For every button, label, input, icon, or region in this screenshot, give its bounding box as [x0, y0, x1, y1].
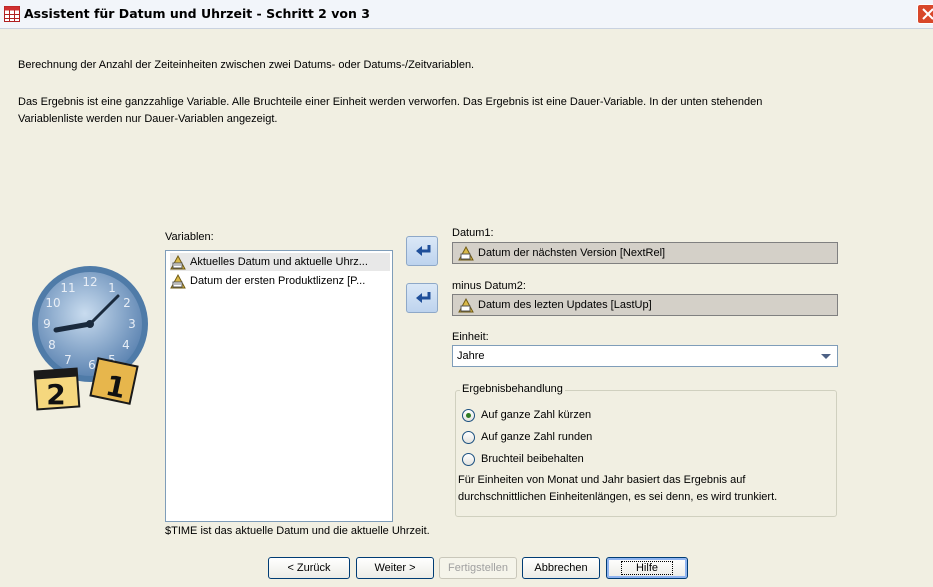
clock-number: 2	[123, 296, 131, 310]
clock-number: 12	[82, 275, 97, 289]
date2-field[interactable]: Datum des lezten Updates [LastUp]	[452, 294, 838, 316]
clock-number: 10	[45, 296, 60, 310]
radio-keep-fraction-label[interactable]: Bruchteil beibehalten	[481, 453, 584, 465]
date-variable-icon	[458, 245, 474, 261]
date-variable-icon	[170, 273, 186, 289]
radio-round[interactable]	[462, 431, 475, 444]
clock-number: 4	[122, 338, 130, 352]
date1-label: Datum1:	[452, 227, 494, 239]
radio-round-label[interactable]: Auf ganze Zahl runden	[481, 431, 592, 443]
table-grid-icon	[4, 6, 20, 22]
help-button-label: Hilfe	[620, 561, 674, 575]
calendar-page-2: 2	[33, 367, 81, 411]
list-item[interactable]: Aktuelles Datum und aktuelle Uhrz...	[170, 253, 390, 271]
radio-truncate[interactable]	[462, 409, 475, 422]
back-button[interactable]: < Zurück	[268, 557, 350, 579]
date2-value: Datum des lezten Updates [LastUp]	[478, 299, 652, 311]
title-bar: Assistent für Datum und Uhrzeit - Schrit…	[0, 0, 933, 29]
help-button[interactable]: Hilfe	[606, 557, 688, 579]
clock-calendar-illustration: 12 1 2 3 4 5 6 7 8 9 10 11 2 1	[32, 266, 148, 411]
close-icon	[922, 8, 933, 20]
clock-number: 9	[43, 317, 51, 331]
arrow-left-icon	[416, 292, 431, 303]
result-note-line-2: durchschnittlichen Einheitenlängen, es s…	[458, 491, 778, 503]
radio-truncate-label[interactable]: Auf ganze Zahl kürzen	[481, 409, 591, 421]
close-button[interactable]	[917, 4, 933, 24]
next-button[interactable]: Weiter >	[356, 557, 434, 579]
clock-number: 1	[108, 281, 116, 295]
clock-number: 6	[88, 358, 96, 372]
result-note-line-1: Für Einheiten von Monat und Jahr basiert…	[458, 474, 746, 486]
result-handling-title: Ergebnisbehandlung	[460, 383, 565, 395]
date1-value: Datum der nächsten Version [NextRel]	[478, 247, 666, 259]
clock-number: 3	[128, 317, 136, 331]
unit-label: Einheit:	[452, 331, 489, 343]
clock-number: 11	[60, 281, 75, 295]
description-line-1: Berechnung der Anzahl der Zeiteinheiten …	[18, 59, 475, 71]
calendar-page-1: 1	[89, 357, 139, 405]
list-item-label: Datum der ersten Produktlizenz [P...	[190, 275, 366, 287]
description-line-2: Das Ergebnis ist eine ganzzahlige Variab…	[18, 96, 763, 108]
date2-label: minus Datum2:	[452, 280, 526, 292]
finish-button[interactable]: Fertigstellen	[439, 557, 517, 579]
move-to-date2-button[interactable]	[406, 283, 438, 313]
date-variable-icon	[170, 254, 186, 270]
radio-keep-fraction[interactable]	[462, 453, 475, 466]
list-item-label: Aktuelles Datum und aktuelle Uhrz...	[190, 256, 368, 268]
list-item[interactable]: Datum der ersten Produktlizenz [P...	[170, 272, 390, 290]
variables-label: Variablen:	[165, 231, 214, 243]
date-variable-icon	[458, 297, 474, 313]
time-footnote: $TIME ist das aktuelle Datum und die akt…	[165, 525, 430, 537]
date1-field[interactable]: Datum der nächsten Version [NextRel]	[452, 242, 838, 264]
unit-value: Jahre	[457, 350, 485, 362]
window-title: Assistent für Datum und Uhrzeit - Schrit…	[24, 6, 370, 21]
description-line-3: Variablenliste werden nur Dauer-Variable…	[18, 113, 278, 125]
unit-select[interactable]: Jahre	[452, 345, 838, 367]
move-to-date1-button[interactable]	[406, 236, 438, 266]
variables-list[interactable]: Aktuelles Datum und aktuelle Uhrz... Dat…	[165, 250, 393, 522]
cancel-button[interactable]: Abbrechen	[522, 557, 600, 579]
arrow-left-icon	[416, 245, 431, 256]
chevron-down-icon[interactable]	[821, 354, 831, 359]
clock-number: 8	[48, 338, 56, 352]
svg-text:2: 2	[46, 378, 65, 411]
clock-number: 7	[64, 353, 72, 367]
